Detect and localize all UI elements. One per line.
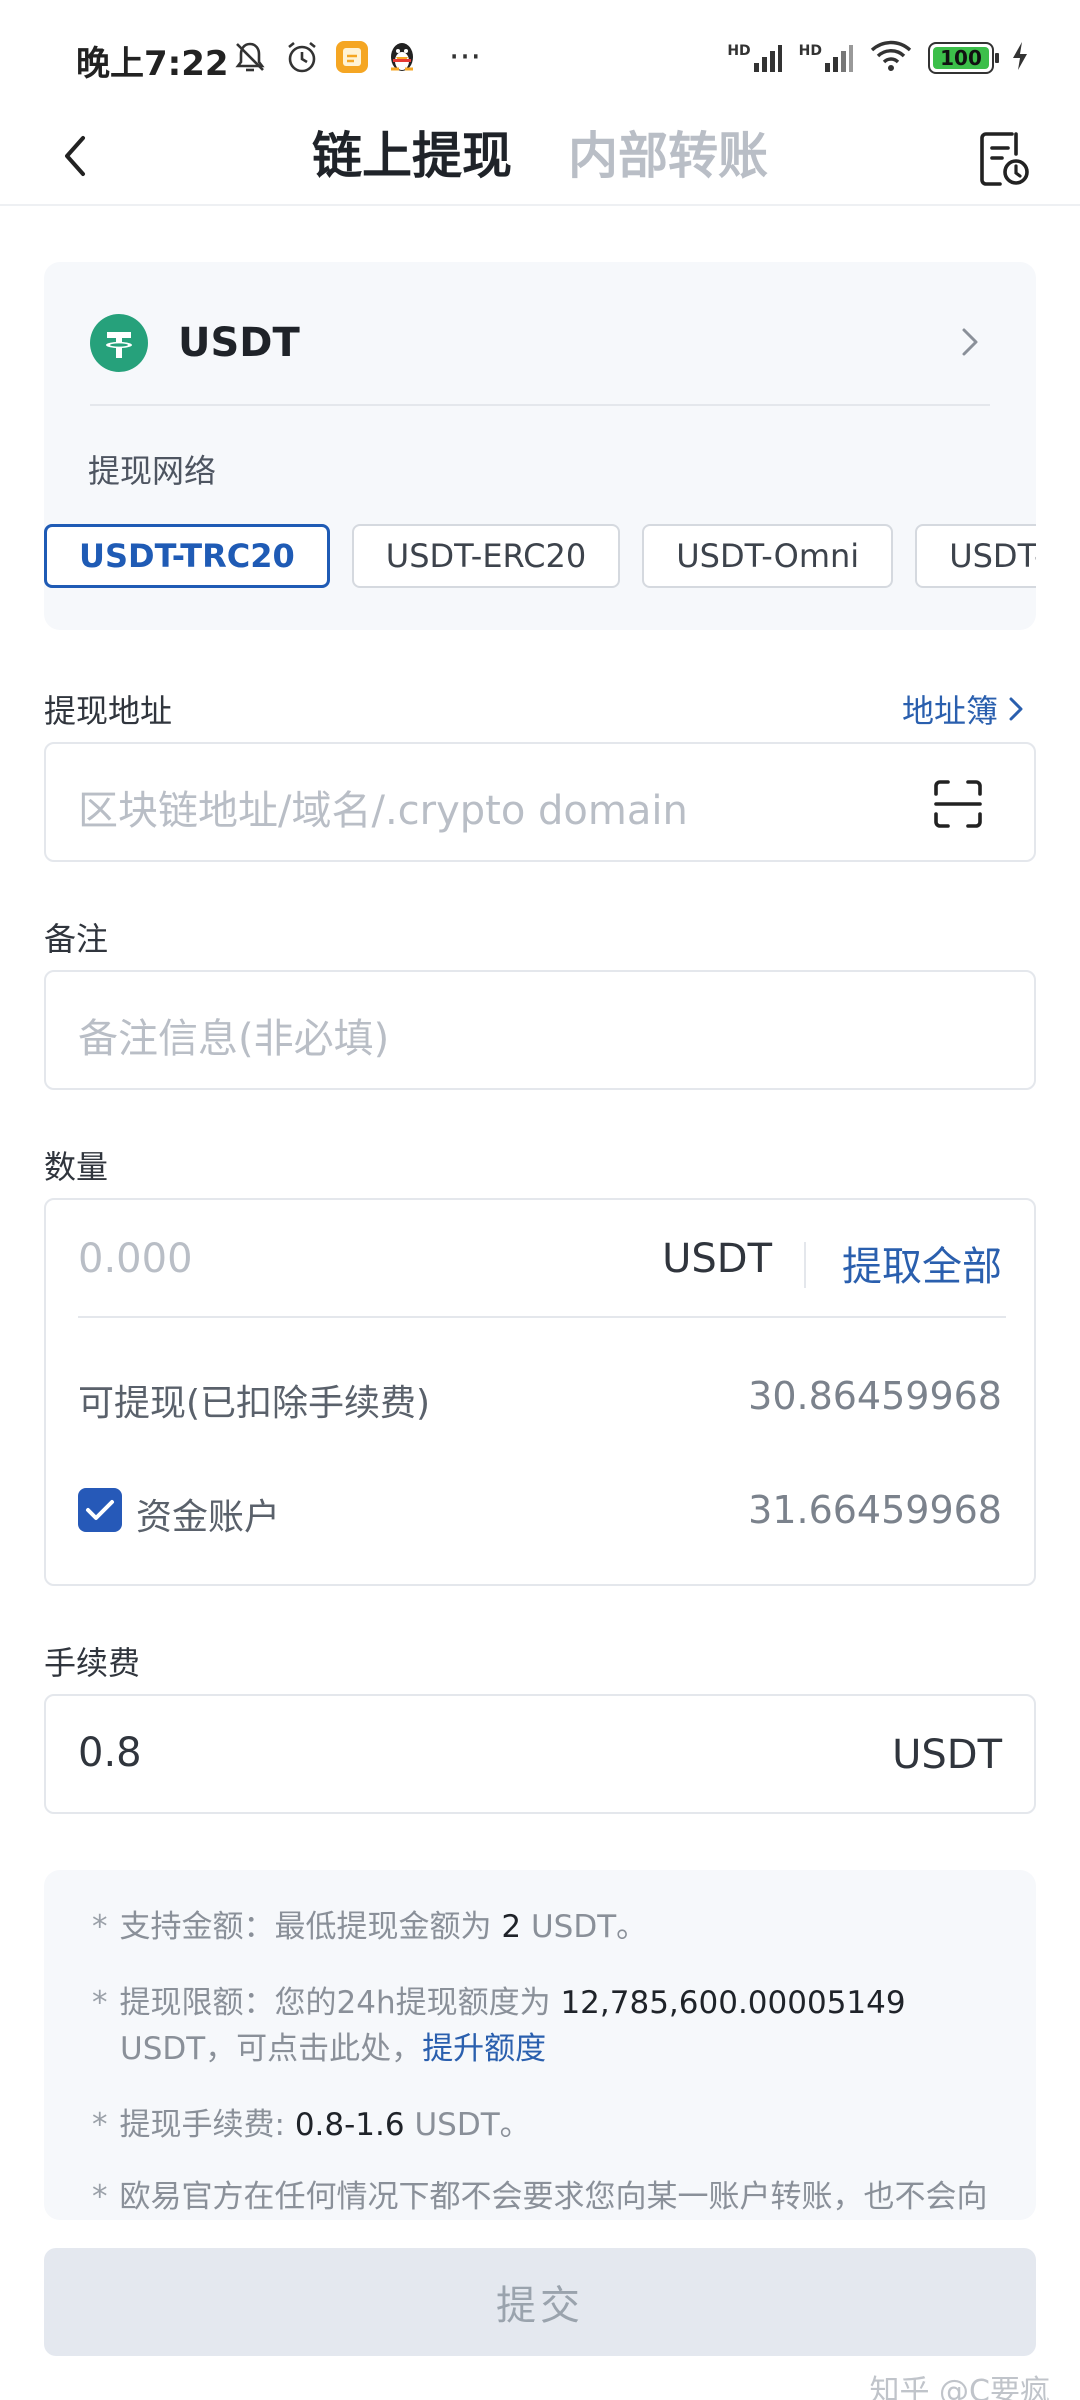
- available-label: 可提现(已扣除手续费): [78, 1383, 431, 1424]
- fee-unit: USDT: [892, 1732, 1002, 1778]
- address-input[interactable]: 区块链地址/域名/.crypto domain: [44, 742, 1036, 862]
- raise-limit-link[interactable]: 提升额度: [422, 2031, 546, 2067]
- charging-icon: [1010, 40, 1030, 76]
- status-right: HD HD 100: [727, 36, 1030, 80]
- checkmark-icon: [86, 1500, 114, 1520]
- mute-bell-icon: [230, 38, 270, 76]
- memo-placeholder: 备注信息(非必填): [78, 1016, 390, 1062]
- coin-selector[interactable]: USDT: [90, 302, 990, 384]
- tab-onchain-withdraw[interactable]: 链上提现: [312, 118, 512, 194]
- divider: [78, 1316, 1006, 1318]
- battery-icon: 100: [928, 42, 999, 74]
- note-text: USDT。: [414, 2107, 531, 2143]
- alarm-clock-icon: [282, 38, 322, 76]
- fee-field: 0.8 USDT: [44, 1694, 1036, 1814]
- available-value: 30.86459968: [748, 1374, 1002, 1418]
- network-label: 提现网络: [88, 452, 217, 490]
- amount-panel: 0.000 USDT 提取全部 可提现(已扣除手续费) 30.86459968 …: [44, 1198, 1036, 1586]
- fee-label: 手续费: [44, 1644, 141, 1682]
- funding-account-label: 资金账户: [136, 1497, 281, 1538]
- status-bar: 晚上7:22 ··· HD HD 100: [0, 0, 1080, 110]
- coin-network-card: USDT 提现网络 USDT-TRC20 USDT-ERC20 USDT-Omn…: [44, 262, 1036, 630]
- note-text: USDT，可点击此处，: [120, 2031, 423, 2067]
- back-button[interactable]: [44, 124, 108, 188]
- signal-2-icon: HD: [799, 43, 854, 73]
- note-text: 提现手续费:: [119, 2107, 285, 2143]
- coin-name: USDT: [178, 320, 300, 366]
- submit-button[interactable]: 提交: [44, 2248, 1036, 2356]
- address-label: 提现地址: [44, 692, 173, 730]
- note-value: 12,785,600.00005149: [560, 1985, 906, 2021]
- qq-penguin-icon: [382, 38, 422, 76]
- divider: [90, 404, 990, 406]
- funding-account-value: 31.66459968: [748, 1488, 1002, 1532]
- note-limit: * 提现限额：您的24h提现额度为 12,785,600.00005149 USD…: [92, 1985, 906, 2067]
- chevron-right-icon: [950, 322, 990, 362]
- note-text: 欧易官方在任何情况下都不会要求您向某一账户转账，也不会向您索要验证码。: [119, 2179, 988, 2215]
- hd-label-1: HD: [727, 43, 751, 59]
- note-value: 2: [501, 1909, 522, 1945]
- fee-value: 0.8: [78, 1730, 142, 1776]
- network-chip-trc20[interactable]: USDT-TRC20: [44, 524, 330, 588]
- network-chip-erc20[interactable]: USDT-ERC20: [351, 524, 621, 588]
- memo-label: 备注: [44, 920, 109, 958]
- note-text: 提现限额：您的24h提现额度为: [119, 1985, 551, 2021]
- top-nav: 链上提现 内部转账: [0, 110, 1080, 206]
- amount-label: 数量: [44, 1148, 109, 1186]
- note-text: USDT。: [530, 1909, 648, 1945]
- amount-input[interactable]: 0.000: [78, 1236, 193, 1282]
- note-security: *欧易官方在任何情况下都不会要求您向某一账户转账，也不会向您索要验证码。: [92, 2174, 992, 2220]
- network-chip-algorand[interactable]: USDT-Algorand: [915, 524, 1036, 588]
- notes-app-icon: [332, 38, 372, 76]
- watermark: 知乎 @C要疯: [869, 2374, 1050, 2400]
- more-notifications-icon: ···: [448, 37, 482, 77]
- notice-panel: * 支持金额：最低提现金额为 2 USDT。 * 提现限额：您的24h提现额度为 1…: [44, 1870, 1036, 2220]
- record-clock-icon: [980, 132, 1029, 186]
- address-book-link[interactable]: 地址簿: [902, 686, 1024, 732]
- network-chip-list: USDT-TRC20 USDT-ERC20 USDT-Omni USDT-Alg…: [44, 524, 1036, 588]
- address-book-label: 地址簿: [901, 692, 998, 730]
- note-fee: * 提现手续费: 0.8-1.6 USDT。: [92, 2107, 531, 2143]
- withdraw-all-button[interactable]: 提取全部: [842, 1234, 1002, 1292]
- note-min-amount: * 支持金额：最低提现金额为 2 USDT。: [92, 1909, 648, 1945]
- tab-internal-transfer[interactable]: 内部转账: [568, 118, 768, 194]
- battery-level: 100: [940, 46, 982, 70]
- chevron-right-icon: [1009, 697, 1023, 721]
- note-value: 0.8-1.6: [294, 2107, 405, 2143]
- history-record-button[interactable]: [972, 124, 1036, 194]
- signal-1-icon: HD: [727, 43, 782, 73]
- divider: [804, 1242, 806, 1288]
- amount-unit: USDT: [662, 1236, 772, 1282]
- memo-input[interactable]: 备注信息(非必填): [44, 970, 1036, 1090]
- address-placeholder: 区块链地址/域名/.crypto domain: [78, 788, 688, 834]
- scan-qr-icon[interactable]: [928, 774, 988, 834]
- status-time: 晚上7:22: [76, 44, 229, 84]
- back-arrow-icon: [65, 136, 85, 176]
- network-chip-omni[interactable]: USDT-Omni: [642, 524, 894, 588]
- wifi-icon: [870, 40, 912, 76]
- hd-label-2: HD: [798, 43, 822, 59]
- funding-account-checkbox[interactable]: [78, 1488, 122, 1532]
- note-text: 支持金额：最低提现金额为: [119, 1909, 492, 1945]
- tether-logo-icon: [90, 314, 148, 372]
